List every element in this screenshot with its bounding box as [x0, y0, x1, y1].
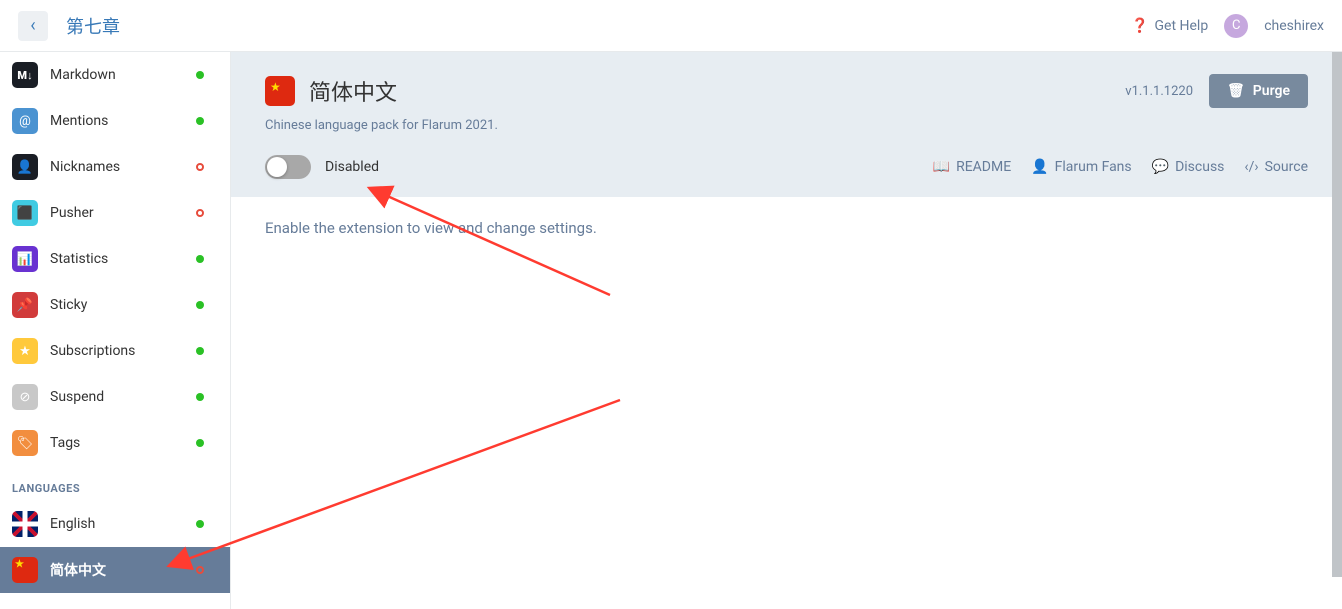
section-header-languages: LANGUAGES: [0, 466, 230, 501]
breadcrumb-title[interactable]: 第七章: [66, 13, 120, 39]
sidebar-item-tags[interactable]: 🏷 Tags: [0, 420, 230, 466]
toggle-knob: [267, 157, 287, 177]
pusher-icon: ⬛: [12, 200, 38, 226]
book-icon: 📖: [933, 159, 950, 175]
status-enabled-icon: [196, 71, 204, 79]
sidebar: M↓ Markdown @ Mentions 👤 Nicknames ⬛ Pus…: [0, 52, 231, 609]
status-enabled-icon: [196, 347, 204, 355]
link-label: Flarum Fans: [1055, 159, 1132, 175]
header-right: ❓ Get Help C cheshirex: [1131, 14, 1324, 38]
get-help-link[interactable]: ❓ Get Help: [1131, 18, 1208, 34]
sidebar-item-label: Sticky: [50, 297, 196, 313]
sidebar-item-label: Mentions: [50, 113, 196, 129]
sidebar-item-statistics[interactable]: 📊 Statistics: [0, 236, 230, 282]
status-disabled-icon: [196, 566, 204, 574]
flag-cn-icon: [12, 557, 38, 583]
author-link[interactable]: 👤 Flarum Fans: [1031, 159, 1132, 175]
extension-version: v1.1.1.1220: [1125, 84, 1193, 99]
sidebar-item-nicknames[interactable]: 👤 Nicknames: [0, 144, 230, 190]
extension-title: 简体中文: [309, 75, 397, 107]
source-link[interactable]: ‹/› Source: [1244, 159, 1308, 175]
comment-icon: 💬: [1152, 159, 1169, 175]
sidebar-item-label: English: [50, 516, 196, 532]
purge-label: Purge: [1253, 83, 1290, 99]
status-enabled-icon: [196, 255, 204, 263]
sidebar-item-label: Pusher: [50, 205, 196, 221]
person-icon: 👤: [1031, 159, 1048, 175]
trash-icon: 🗑: [1227, 83, 1245, 99]
status-enabled-icon: [196, 301, 204, 309]
sidebar-item-markdown[interactable]: M↓ Markdown: [0, 52, 230, 98]
header-left: ‹ 第七章: [18, 11, 120, 41]
mentions-icon: @: [12, 108, 38, 134]
enable-toggle[interactable]: [265, 155, 311, 179]
extension-description: Chinese language pack for Flarum 2021.: [265, 118, 1308, 133]
sidebar-item-label: Markdown: [50, 67, 196, 83]
markdown-icon: M↓: [12, 62, 38, 88]
link-label: README: [956, 159, 1011, 175]
status-enabled-icon: [196, 393, 204, 401]
sidebar-item-label: Subscriptions: [50, 343, 196, 359]
sticky-icon: 📌: [12, 292, 38, 318]
flag-uk-icon: [12, 511, 38, 537]
sidebar-item-label: Statistics: [50, 251, 196, 267]
sidebar-item-label: Nicknames: [50, 159, 196, 175]
status-enabled-icon: [196, 520, 204, 528]
status-enabled-icon: [196, 117, 204, 125]
help-label: Get Help: [1155, 18, 1209, 34]
sidebar-item-english[interactable]: English: [0, 501, 230, 547]
subscriptions-icon: ★: [12, 338, 38, 364]
username[interactable]: cheshirex: [1264, 18, 1324, 34]
suspend-icon: ⊘: [12, 384, 38, 410]
sidebar-item-label: Suspend: [50, 389, 196, 405]
status-disabled-icon: [196, 209, 204, 217]
code-icon: ‹/›: [1244, 159, 1258, 175]
sidebar-item-pusher[interactable]: ⬛ Pusher: [0, 190, 230, 236]
link-label: Source: [1265, 159, 1308, 175]
help-icon: ❓: [1131, 18, 1148, 34]
toggle-state-label: Disabled: [325, 159, 379, 175]
sidebar-item-suspend[interactable]: ⊘ Suspend: [0, 374, 230, 420]
avatar[interactable]: C: [1224, 14, 1248, 38]
tags-icon: 🏷: [12, 430, 38, 456]
link-label: Discuss: [1175, 159, 1224, 175]
sidebar-item-mentions[interactable]: @ Mentions: [0, 98, 230, 144]
purge-button[interactable]: 🗑 Purge: [1209, 74, 1308, 108]
main-content: 简体中文 v1.1.1.1220 🗑 Purge Chinese languag…: [231, 52, 1342, 609]
statistics-icon: 📊: [12, 246, 38, 272]
flag-cn-icon: [265, 76, 295, 106]
back-button[interactable]: ‹: [18, 11, 48, 41]
nicknames-icon: 👤: [12, 154, 38, 180]
scrollbar[interactable]: [1332, 52, 1342, 577]
enable-message: Enable the extension to view and change …: [231, 197, 1342, 259]
sidebar-item-sticky[interactable]: 📌 Sticky: [0, 282, 230, 328]
discuss-link[interactable]: 💬 Discuss: [1152, 159, 1225, 175]
sidebar-item-chinese[interactable]: 简体中文: [0, 547, 230, 593]
extension-header: 简体中文 v1.1.1.1220 🗑 Purge Chinese languag…: [231, 52, 1342, 197]
status-enabled-icon: [196, 439, 204, 447]
sidebar-item-label: Tags: [50, 435, 196, 451]
header-bar: ‹ 第七章 ❓ Get Help C cheshirex: [0, 0, 1342, 52]
sidebar-item-subscriptions[interactable]: ★ Subscriptions: [0, 328, 230, 374]
status-disabled-icon: [196, 163, 204, 171]
chevron-left-icon: ‹: [30, 15, 35, 36]
readme-link[interactable]: 📖 README: [933, 159, 1012, 175]
avatar-initial: C: [1232, 18, 1240, 33]
sidebar-item-label: 简体中文: [50, 560, 196, 580]
